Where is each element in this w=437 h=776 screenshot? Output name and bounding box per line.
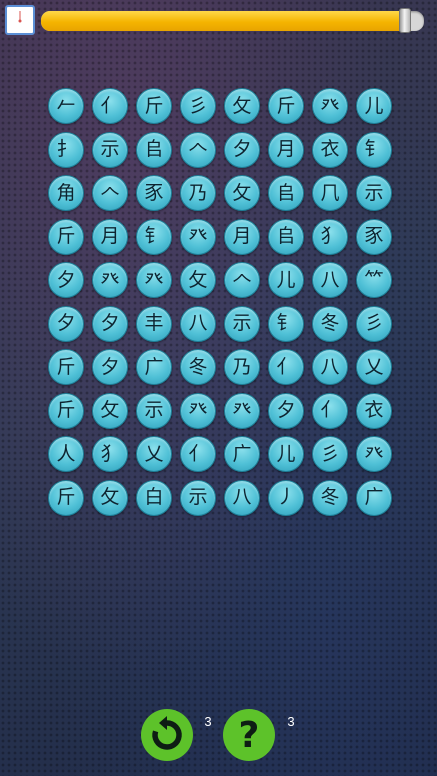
tile[interactable]: 乃	[224, 349, 260, 385]
tile[interactable]: 钅	[136, 218, 172, 255]
tile[interactable]: 八	[312, 349, 348, 385]
timer-bar-fill	[41, 11, 411, 31]
timer-bar-knob	[398, 8, 411, 33]
tile[interactable]: 夕	[268, 392, 304, 429]
tile[interactable]: 癶	[180, 218, 216, 255]
tile[interactable]: 亻	[312, 392, 348, 429]
tile[interactable]: 广	[356, 479, 392, 516]
tile[interactable]: 𠘨	[312, 175, 348, 211]
tile[interactable]: 癶	[312, 88, 348, 124]
tile[interactable]: 癶	[180, 392, 216, 429]
tile[interactable]: 月	[224, 218, 260, 255]
tile[interactable]: 冬	[312, 479, 348, 516]
tile-board: 𠂉 亻斤彡攵斤癶儿扌示 𠂤 𠆢 夕月衣钅⻆ 𠆢 豕乃攵 𠂤 𠘨 示斤月钅癶月 𠂤 犭豕夕癶癶攵 𠆢 儿八⺮…	[48, 88, 392, 516]
tile[interactable]: 𠂉	[48, 88, 84, 124]
tile[interactable]: 亻	[92, 88, 128, 124]
tile[interactable]: 攵	[180, 262, 216, 298]
tile[interactable]: 示	[224, 305, 260, 342]
tile[interactable]: 𠆢	[224, 262, 260, 298]
tile[interactable]: 癶	[224, 392, 260, 429]
tile[interactable]: 八	[180, 305, 216, 342]
hint-count: 3	[287, 714, 295, 729]
tile[interactable]: 𠆢	[92, 175, 128, 211]
tile[interactable]: 亻	[268, 349, 304, 385]
tile[interactable]: 攵	[224, 175, 260, 211]
tile[interactable]: 豕	[356, 218, 392, 255]
tile[interactable]: ⺮	[356, 262, 392, 298]
question-mark-icon: ?	[239, 715, 260, 755]
tile[interactable]: 月	[92, 218, 128, 255]
tile[interactable]: 豕	[136, 175, 172, 211]
timer-bar	[41, 8, 424, 33]
refresh-button[interactable]	[141, 709, 193, 761]
tile[interactable]: 广	[224, 436, 260, 472]
tile[interactable]: 乂	[136, 436, 172, 472]
tile[interactable]: 衣	[312, 131, 348, 168]
tile[interactable]: 夕	[224, 131, 260, 168]
tile[interactable]: 夕	[48, 305, 84, 342]
tile[interactable]: 𠂤	[268, 175, 304, 211]
tile[interactable]: 夕	[92, 349, 128, 385]
tile[interactable]: 𠆢	[180, 131, 216, 168]
clock-icon	[5, 5, 35, 35]
tile[interactable]: 𠂤	[268, 218, 304, 255]
tile[interactable]: 彡	[180, 88, 216, 124]
tile[interactable]: 冬	[312, 305, 348, 342]
tile[interactable]: 斤	[48, 349, 84, 385]
tile[interactable]: 癶	[92, 262, 128, 298]
hint-button[interactable]: ?	[223, 709, 275, 761]
refresh-icon	[152, 716, 182, 750]
tile[interactable]: 儿	[268, 262, 304, 298]
tile[interactable]: 彡	[356, 305, 392, 342]
tile[interactable]: 示	[356, 175, 392, 211]
tile[interactable]: 衣	[356, 392, 392, 429]
tile[interactable]: 癶	[356, 436, 392, 472]
tile[interactable]: 斤	[136, 88, 172, 124]
tile[interactable]: 斤	[48, 392, 84, 429]
tile[interactable]: 乂	[356, 349, 392, 385]
tile[interactable]: 冬	[180, 349, 216, 385]
tile[interactable]: 白	[136, 479, 172, 516]
tile[interactable]: 攵	[92, 479, 128, 516]
tile[interactable]: ⻆	[48, 175, 84, 211]
tile[interactable]: 癶	[136, 262, 172, 298]
tile[interactable]: 犭	[92, 436, 128, 472]
tile[interactable]: 丰	[136, 305, 172, 342]
tile[interactable]: 八	[312, 262, 348, 298]
tile[interactable]: 夕	[48, 262, 84, 298]
tile[interactable]: 犭	[312, 218, 348, 255]
tile[interactable]: 儿	[268, 436, 304, 472]
tile[interactable]: 𠂤	[136, 131, 172, 168]
svg-text:?: ?	[239, 715, 260, 755]
tile[interactable]: 亻	[180, 436, 216, 472]
tile[interactable]: 八	[224, 479, 260, 516]
tile[interactable]: 广	[136, 349, 172, 385]
tile[interactable]: 攵	[224, 88, 260, 124]
tile[interactable]: 斤	[48, 218, 84, 255]
tile[interactable]: 斤	[48, 479, 84, 516]
tile[interactable]: 钅	[268, 305, 304, 342]
tile[interactable]: 丿	[268, 479, 304, 516]
tile[interactable]: 示	[136, 392, 172, 429]
tile[interactable]: 彡	[312, 436, 348, 472]
tile[interactable]: 示	[92, 131, 128, 168]
tile[interactable]: 攵	[92, 392, 128, 429]
tile[interactable]: 夕	[92, 305, 128, 342]
tile[interactable]: 儿	[356, 88, 392, 124]
refresh-count: 3	[204, 714, 212, 729]
tile[interactable]: 示	[180, 479, 216, 516]
tile[interactable]: 人	[48, 436, 84, 472]
tile[interactable]: 乃	[180, 175, 216, 211]
tile[interactable]: 扌	[48, 131, 84, 168]
tile[interactable]: 斤	[268, 88, 304, 124]
tile[interactable]: 月	[268, 131, 304, 168]
tile[interactable]: 钅	[356, 131, 392, 168]
